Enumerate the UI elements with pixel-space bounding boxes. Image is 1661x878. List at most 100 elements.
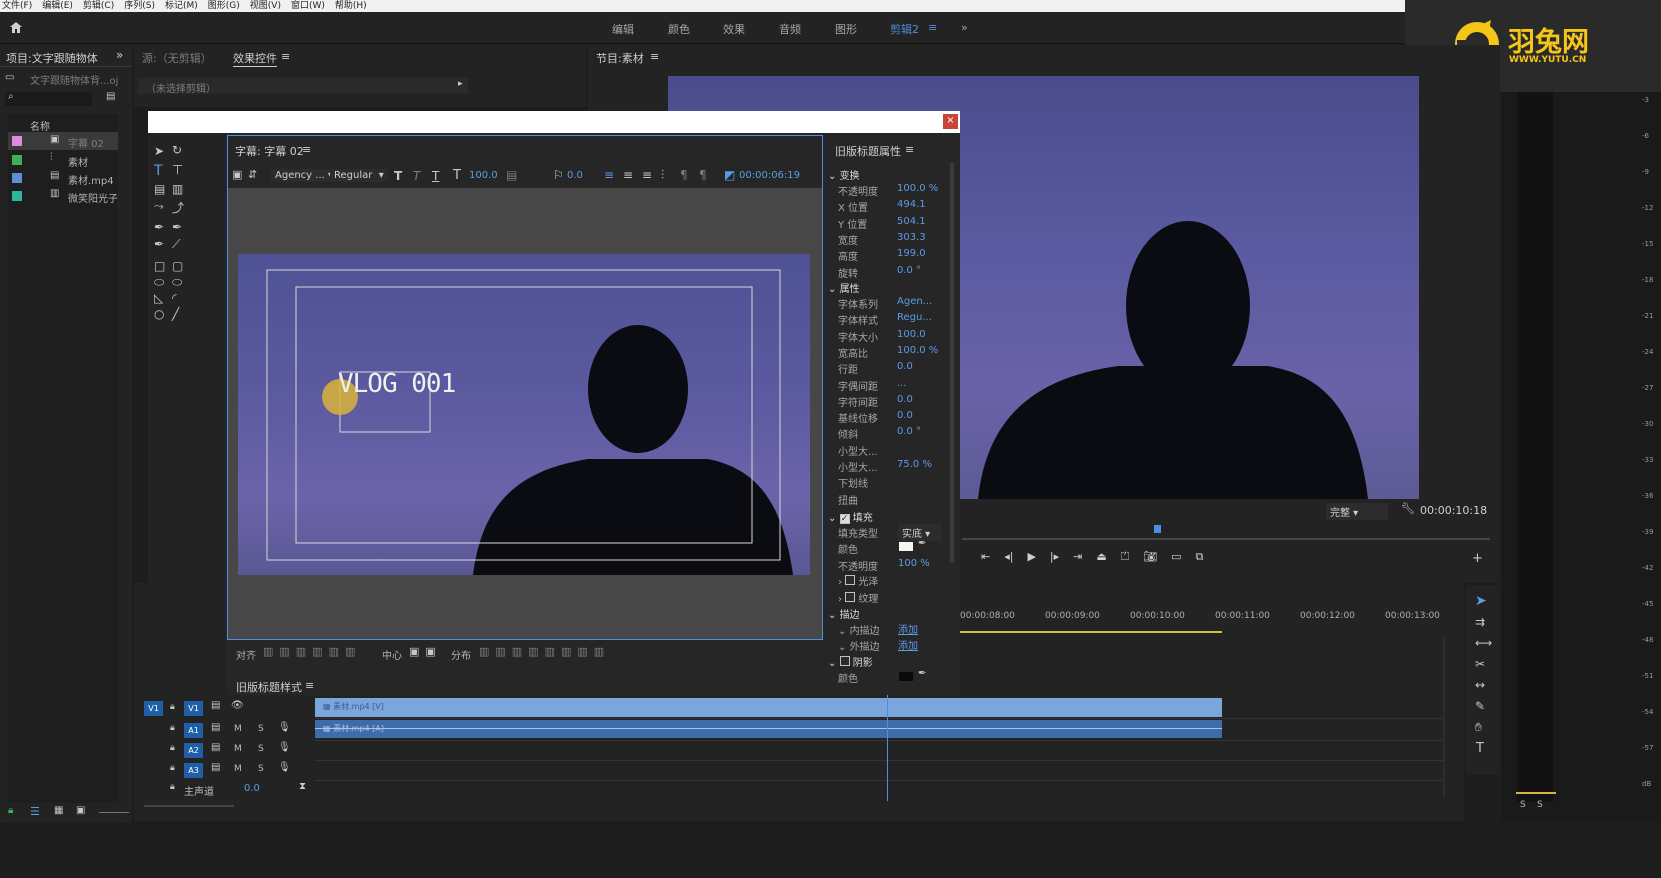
panel-menu-icon[interactable]: ≡ [905,143,914,156]
rounded-corner-tool-icon[interactable]: ⬭ [172,275,182,290]
camera-icon[interactable]: 📷︎ [1143,550,1157,564]
fill-checkbox[interactable]: ✓ [839,514,850,524]
add-inner-stroke-link[interactable]: 添加 [898,621,918,636]
attributes-section[interactable]: ⌄ 属性 [828,280,860,295]
sync-icon[interactable]: ▤ [211,722,220,733]
more-workspaces[interactable]: » [961,21,968,34]
selection-tool-icon[interactable]: ➤ [1475,593,1487,609]
outer-stroke-row[interactable]: ⌄ 外描边 [838,638,880,653]
panel-menu-icon[interactable]: ≡ [305,679,314,692]
rounded-rect-tool-icon[interactable]: ▢ [172,259,183,273]
sync-icon[interactable]: ▤ [211,700,220,711]
vertical-path-type-icon[interactable]: ⤴ [172,199,184,216]
arc-tool-icon[interactable]: ◜ [172,291,177,305]
step-forward-icon[interactable]: |▸ [1050,550,1059,564]
playhead-marker[interactable] [1154,525,1161,533]
list-item[interactable]: ▥ 微笑阳光子 [8,187,118,205]
lock-icon[interactable]: 🔒︎ [170,743,175,753]
vertical-area-type-icon[interactable]: ▥ [172,182,183,196]
kerning-value[interactable]: 0.0 [567,170,583,181]
work-area-bar[interactable] [960,631,1222,633]
go-to-end-icon[interactable]: ⧗ [299,781,306,792]
selection-tool-icon[interactable]: ➤ [154,144,164,158]
tab-audio[interactable]: 音频 [779,21,801,37]
menu-clip[interactable]: 剪辑(C) [83,0,114,12]
solo-button[interactable]: S [258,724,264,734]
panel-menu-icon[interactable]: ≡ [302,143,311,156]
ripple-edit-icon[interactable]: ⟷ [1475,636,1492,650]
font-family-dropdown[interactable]: Agency ... ▾ [271,169,338,182]
transform-prop-value[interactable]: 100.0 % [897,183,938,194]
mute-button[interactable]: M [234,764,242,774]
tab-effects[interactable]: 效果 [723,21,745,37]
list-item[interactable]: ▤ 素材.mp4 [8,169,118,187]
font-size-value[interactable]: 100.0 [469,170,498,181]
add-button-icon[interactable]: + [1472,551,1483,566]
tab-source[interactable]: 源:（无剪辑） [142,50,212,66]
sheen-checkbox[interactable] [845,575,856,585]
distribute-icons[interactable]: ▥▥▥▥▥▥▥▥ [479,645,610,658]
tab-menu-icon[interactable]: ≡ [928,21,937,34]
program-title[interactable]: 节目:素材 [596,50,644,66]
tab-clip2[interactable]: 剪辑2 [890,21,919,37]
panel-menu-icon[interactable]: ≡ [650,50,659,63]
lock-icon[interactable]: 🔒︎ [170,763,175,773]
attribute-prop-value[interactable]: 75.0 % [897,459,932,470]
new-title-icon[interactable]: ▣ [232,168,242,181]
mic-icon[interactable]: 🎙︎ [278,762,291,773]
tab-editing[interactable]: 编辑 [612,21,634,37]
align-icons[interactable]: ▥▥▥▥▥▥ [263,645,361,658]
slip-icon[interactable]: ↔ [1475,678,1485,692]
pen-icon[interactable]: ✎ [1475,699,1485,713]
hand-icon[interactable]: ✋︎ [1475,720,1482,735]
comparison-icon[interactable]: ▭ [1171,550,1181,564]
tab-icon[interactable]: ⫶ [661,168,664,183]
menu-window[interactable]: 窗口(W) [291,0,325,12]
lock-icon[interactable]: 🔒︎ [170,702,175,712]
align-center-icon[interactable]: ≡ [623,168,633,182]
underline-icon[interactable]: T [432,169,439,183]
icon-view-icon[interactable]: ▦ [54,805,63,816]
transform-prop-value[interactable]: 504.1 [897,216,926,227]
step-back-icon[interactable]: ◂| [1004,550,1013,564]
fill-section[interactable]: ⌄ ✓ 填充 [828,509,873,524]
tab-graphics[interactable]: 图形 [835,21,857,37]
list-item[interactable]: ▣ 字幕 02 [8,132,118,150]
solo-button[interactable]: S [258,744,264,754]
texture-row[interactable]: › 纹理 [838,590,878,605]
master-value[interactable]: 0.0 [244,783,260,794]
add-outer-stroke-link[interactable]: 添加 [898,637,918,652]
pen-tool-icon[interactable]: ✒︎ [154,220,164,234]
attribute-prop-value[interactable]: 0.0 [897,394,913,405]
title-text[interactable]: VLOG 001 [338,369,456,399]
sync-icon[interactable]: ▤ [211,742,220,753]
quality-dropdown[interactable]: 完整 ▾ [1326,503,1388,520]
type-tool-icon[interactable]: T [1476,741,1484,756]
fill-color-swatch[interactable] [899,542,913,551]
delete-anchor-icon[interactable]: ✒︎ [172,220,182,234]
shadow-section[interactable]: ⌄ 阴影 [828,654,873,669]
transform-prop-value[interactable]: 199.0 [897,248,926,259]
line-tool-icon[interactable]: ╱ [172,307,179,321]
solo-left-button[interactable]: S [1520,800,1526,810]
track-target-v1[interactable]: V1 [184,701,203,716]
home-icon[interactable] [9,21,23,34]
lock-icon[interactable]: 🔒︎ [170,723,175,733]
area-type-tool-icon[interactable]: ▤ [154,182,165,196]
sync-icon[interactable]: ▤ [211,762,220,773]
list-view-icon[interactable]: ☰ [30,805,40,818]
menu-marker[interactable]: 标记(M) [165,0,198,12]
play-triangle-icon[interactable]: ▸ [458,79,463,89]
shadow-checkbox[interactable] [839,656,850,666]
zoom-slider[interactable] [99,812,129,813]
panel-menu-icon[interactable]: ≡ [281,50,290,63]
shadow-color-swatch[interactable] [899,672,913,681]
align-left-icon[interactable]: ≡ [604,168,614,182]
close-icon[interactable]: × [943,114,958,129]
mute-button[interactable]: M [234,724,242,734]
attribute-prop-value[interactable]: Agen... [897,296,932,307]
title-timecode[interactable]: 00:00:06:19 [739,170,800,181]
solo-button[interactable]: S [258,764,264,774]
project-title[interactable]: 项目:文字跟随物体 [6,50,100,66]
italic-icon[interactable]: T [413,169,420,183]
